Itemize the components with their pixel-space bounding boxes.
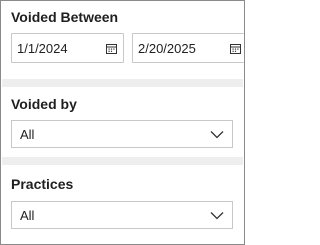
voided-by-section: Voided by All xyxy=(2,87,243,157)
voided-from-date-input[interactable]: 1/1/2024 xyxy=(11,33,124,63)
voided-by-select[interactable]: All xyxy=(11,120,233,148)
practices-select[interactable]: All xyxy=(11,201,233,229)
practices-selected-value: All xyxy=(20,208,35,223)
voided-between-section: Voided Between 1/1/2024 2/20/2025 xyxy=(2,2,244,79)
practices-section: Practices All xyxy=(2,165,243,244)
voided-by-title: Voided by xyxy=(11,96,77,112)
chevron-down-icon xyxy=(210,212,224,220)
practices-title: Practices xyxy=(11,176,74,192)
chevron-down-icon xyxy=(210,131,224,139)
section-divider xyxy=(2,79,243,87)
voided-between-title: Voided Between xyxy=(11,9,119,25)
voided-from-date-value: 1/1/2024 xyxy=(17,41,68,56)
calendar-icon[interactable] xyxy=(230,43,241,54)
voided-by-selected-value: All xyxy=(20,127,35,142)
calendar-icon[interactable] xyxy=(106,43,117,54)
voided-to-date-input[interactable]: 2/20/2025 xyxy=(132,33,244,63)
voided-to-date-value: 2/20/2025 xyxy=(138,41,196,56)
section-divider xyxy=(2,157,243,165)
filter-panel: Voided Between 1/1/2024 2/20/2025 Voided… xyxy=(0,0,245,245)
